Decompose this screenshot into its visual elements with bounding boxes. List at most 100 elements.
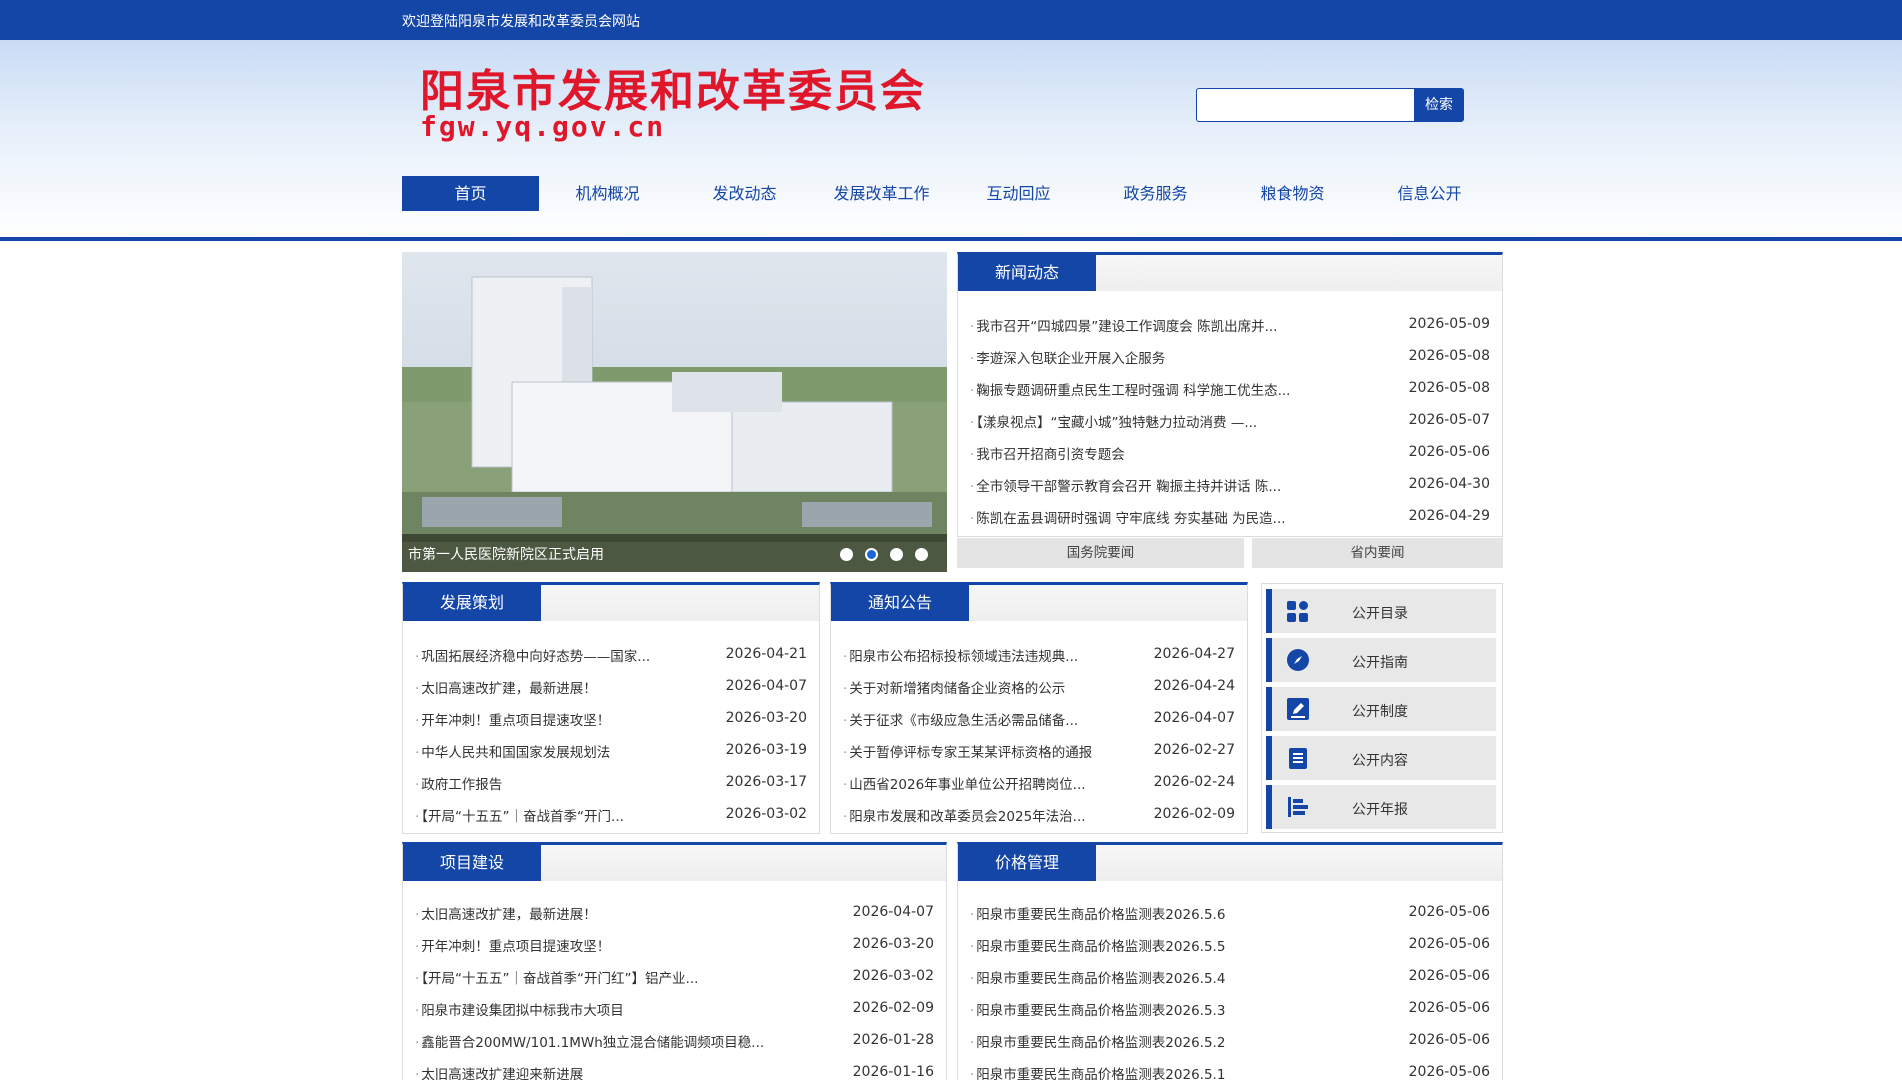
- price-item-date: 2026-05-06: [1408, 968, 1490, 984]
- project-item-date: 2026-03-20: [852, 936, 934, 952]
- price-item-title[interactable]: 阳泉市重要民生商品价格监测表2026.5.4: [970, 967, 1225, 987]
- report-icon: [1288, 797, 1308, 817]
- slider-dot-active[interactable]: [865, 548, 878, 561]
- list-item[interactable]: 关于对新增猪肉储备企业资格的公示 2026-04-24: [831, 670, 1247, 702]
- notice-item-title[interactable]: 关于对新增猪肉储备企业资格的公示: [843, 677, 1065, 697]
- notice-panel-title[interactable]: 通知公告: [831, 585, 969, 621]
- list-item[interactable]: 鞠振专题调研重点民生工程时强调 科学施工优生态... 2026-05-08: [958, 372, 1502, 404]
- prices-panel-title[interactable]: 价格管理: [958, 845, 1096, 881]
- news-item-title[interactable]: 鞠振专题调研重点民生工程时强调 科学施工优生态...: [970, 379, 1290, 399]
- site-domain: fgw.yq.gov.cn: [420, 110, 666, 143]
- project-item-title[interactable]: 【开局“十五五”｜奋战首季“开门红”】铝产业...: [415, 967, 698, 987]
- price-item-title[interactable]: 阳泉市重要民生商品价格监测表2026.5.5: [970, 935, 1225, 955]
- planning-item-title[interactable]: 巩固拓展经济稳中向好态势——国家...: [415, 645, 650, 665]
- list-item[interactable]: 关于征求《市级应急生活必需品储备... 2026-04-07: [831, 702, 1247, 734]
- news-item-title[interactable]: 【漾泉视点】“宝藏小城”独特魅力拉动消费 —...: [970, 411, 1257, 431]
- project-item-title[interactable]: 开年冲刺！重点项目提速攻坚！: [415, 935, 610, 955]
- nav-item-interaction[interactable]: 互动回应: [950, 176, 1087, 211]
- list-item[interactable]: 太旧高速改扩建，最新进展！ 2026-04-07: [403, 896, 946, 928]
- list-item[interactable]: 我市召开“四城四景”建设工作调度会 陈凯出席并... 2026-05-09: [958, 308, 1502, 340]
- news-item-title[interactable]: 我市召开“四城四景”建设工作调度会 陈凯出席并...: [970, 315, 1277, 335]
- open-system-link[interactable]: 公开制度: [1266, 687, 1496, 731]
- search-button[interactable]: 检索: [1414, 88, 1464, 122]
- list-item[interactable]: 全市领导干部警示教育会召开 鞠振主持并讲话 陈... 2026-04-30: [958, 468, 1502, 500]
- notice-item-date: 2026-02-24: [1153, 774, 1235, 790]
- image-slider[interactable]: 市第一人民医院新院区正式启用: [402, 252, 947, 572]
- nav-item-home[interactable]: 首页: [402, 176, 539, 211]
- list-item[interactable]: 太旧高速改扩建迎来新进展 2026-01-16: [403, 1056, 946, 1080]
- project-item-title[interactable]: 太旧高速改扩建，最新进展！: [415, 903, 597, 923]
- list-item[interactable]: 阳泉市发展和改革委员会2025年法治... 2026-02-09: [831, 798, 1247, 830]
- list-item[interactable]: 【开局“十五五”｜奋战首季“开门... 2026-03-02: [403, 798, 819, 830]
- planning-item-date: 2026-04-21: [725, 646, 807, 662]
- list-item[interactable]: 鑫能晋合200MW/101.1MWh独立混合储能调频项目稳... 2026-01-…: [403, 1024, 946, 1056]
- news-item-title[interactable]: 陈凯在盂县调研时强调 守牢底线 夯实基础 为民造...: [970, 507, 1285, 527]
- news-panel-title[interactable]: 新闻动态: [958, 255, 1096, 291]
- project-item-title[interactable]: 阳泉市建设集团拟中标我市大项目: [415, 999, 624, 1019]
- slider-dot[interactable]: [915, 548, 928, 561]
- notice-item-title[interactable]: 关于暂停评标专家王某某评标资格的通报: [843, 741, 1092, 761]
- list-item[interactable]: 开年冲刺！重点项目提速攻坚！ 2026-03-20: [403, 928, 946, 960]
- list-item[interactable]: 太旧高速改扩建，最新进展！ 2026-04-07: [403, 670, 819, 702]
- list-item[interactable]: 阳泉市重要民生商品价格监测表2026.5.4 2026-05-06: [958, 960, 1502, 992]
- nav-item-grain[interactable]: 粮食物资: [1224, 176, 1361, 211]
- notice-item-title[interactable]: 关于征求《市级应急生活必需品储备...: [843, 709, 1078, 729]
- open-directory-link[interactable]: 公开目录: [1266, 589, 1496, 633]
- nav-item-about[interactable]: 机构概况: [539, 176, 676, 211]
- list-item[interactable]: 巩固拓展经济稳中向好态势——国家... 2026-04-21: [403, 638, 819, 670]
- list-item[interactable]: 阳泉市重要民生商品价格监测表2026.5.5 2026-05-06: [958, 928, 1502, 960]
- list-item[interactable]: 阳泉市重要民生商品价格监测表2026.5.1 2026-05-06: [958, 1056, 1502, 1080]
- open-annual-report-link[interactable]: 公开年报: [1266, 785, 1496, 829]
- slider-dot[interactable]: [890, 548, 903, 561]
- planning-item-title[interactable]: 开年冲刺！重点项目提速攻坚！: [415, 709, 610, 729]
- nav-item-news[interactable]: 发改动态: [676, 176, 813, 211]
- slider-dot[interactable]: [840, 548, 853, 561]
- open-content-label: 公开内容: [1352, 753, 1408, 769]
- list-item[interactable]: 阳泉市重要民生商品价格监测表2026.5.6 2026-05-06: [958, 896, 1502, 928]
- open-guide-link[interactable]: 公开指南: [1266, 638, 1496, 682]
- list-item[interactable]: 李遊深入包联企业开展入企服务 2026-05-08: [958, 340, 1502, 372]
- planning-panel-title[interactable]: 发展策划: [403, 585, 541, 621]
- project-item-title[interactable]: 太旧高速改扩建迎来新进展: [415, 1063, 583, 1080]
- list-item[interactable]: 关于暂停评标专家王某某评标资格的通报 2026-02-27: [831, 734, 1247, 766]
- nav-item-services[interactable]: 政务服务: [1087, 176, 1224, 211]
- planning-item-title[interactable]: 【开局“十五五”｜奋战首季“开门...: [415, 805, 624, 825]
- list-item[interactable]: 阳泉市公布招标投标领域违法违规典... 2026-04-27: [831, 638, 1247, 670]
- notice-item-title[interactable]: 山西省2026年事业单位公开招聘岗位...: [843, 773, 1085, 793]
- list-item[interactable]: 开年冲刺！重点项目提速攻坚！ 2026-03-20: [403, 702, 819, 734]
- price-item-title[interactable]: 阳泉市重要民生商品价格监测表2026.5.2: [970, 1031, 1225, 1051]
- list-item[interactable]: 【漾泉视点】“宝藏小城”独特魅力拉动消费 —... 2026-05-07: [958, 404, 1502, 436]
- list-item[interactable]: 阳泉市建设集团拟中标我市大项目 2026-02-09: [403, 992, 946, 1024]
- list-item[interactable]: 陈凯在盂县调研时强调 守牢底线 夯实基础 为民造... 2026-04-29: [958, 500, 1502, 532]
- nav-item-reform-work[interactable]: 发展改革工作: [813, 176, 950, 211]
- notice-item-title[interactable]: 阳泉市发展和改革委员会2025年法治...: [843, 805, 1085, 825]
- list-item[interactable]: 山西省2026年事业单位公开招聘岗位... 2026-02-24: [831, 766, 1247, 798]
- notice-item-date: 2026-02-09: [1153, 806, 1235, 822]
- list-item[interactable]: 我市召开招商引资专题会 2026-05-06: [958, 436, 1502, 468]
- news-item-title[interactable]: 全市领导干部警示教育会召开 鞠振主持并讲话 陈...: [970, 475, 1281, 495]
- list-item[interactable]: 【开局“十五五”｜奋战首季“开门红”】铝产业... 2026-03-02: [403, 960, 946, 992]
- tab-state-council-news[interactable]: 国务院要闻: [957, 538, 1244, 568]
- projects-panel-title[interactable]: 项目建设: [403, 845, 541, 881]
- list-item[interactable]: 政府工作报告 2026-03-17: [403, 766, 819, 798]
- notice-item-title[interactable]: 阳泉市公布招标投标领域违法违规典...: [843, 645, 1078, 665]
- price-item-title[interactable]: 阳泉市重要民生商品价格监测表2026.5.1: [970, 1063, 1225, 1080]
- search-input[interactable]: [1196, 88, 1415, 122]
- news-item-title[interactable]: 李遊深入包联企业开展入企服务: [970, 347, 1165, 367]
- planning-item-title[interactable]: 太旧高速改扩建，最新进展！: [415, 677, 597, 697]
- list-item[interactable]: 阳泉市重要民生商品价格监测表2026.5.2 2026-05-06: [958, 1024, 1502, 1056]
- planning-item-title[interactable]: 中华人民共和国国家发展规划法: [415, 741, 610, 761]
- project-item-date: 2026-02-09: [852, 1000, 934, 1016]
- tab-province-news[interactable]: 省内要闻: [1252, 538, 1503, 568]
- news-item-date: 2026-05-07: [1408, 412, 1490, 428]
- price-item-title[interactable]: 阳泉市重要民生商品价格监测表2026.5.3: [970, 999, 1225, 1019]
- planning-item-title[interactable]: 政府工作报告: [415, 773, 502, 793]
- nav-item-disclosure[interactable]: 信息公开: [1361, 176, 1498, 211]
- news-item-title[interactable]: 我市召开招商引资专题会: [970, 443, 1125, 463]
- project-item-title[interactable]: 鑫能晋合200MW/101.1MWh独立混合储能调频项目稳...: [415, 1031, 764, 1051]
- price-item-title[interactable]: 阳泉市重要民生商品价格监测表2026.5.6: [970, 903, 1225, 923]
- list-item[interactable]: 阳泉市重要民生商品价格监测表2026.5.3 2026-05-06: [958, 992, 1502, 1024]
- list-item[interactable]: 中华人民共和国国家发展规划法 2026-03-19: [403, 734, 819, 766]
- open-content-link[interactable]: 公开内容: [1266, 736, 1496, 780]
- slider-caption[interactable]: 市第一人民医院新院区正式启用: [408, 544, 604, 564]
